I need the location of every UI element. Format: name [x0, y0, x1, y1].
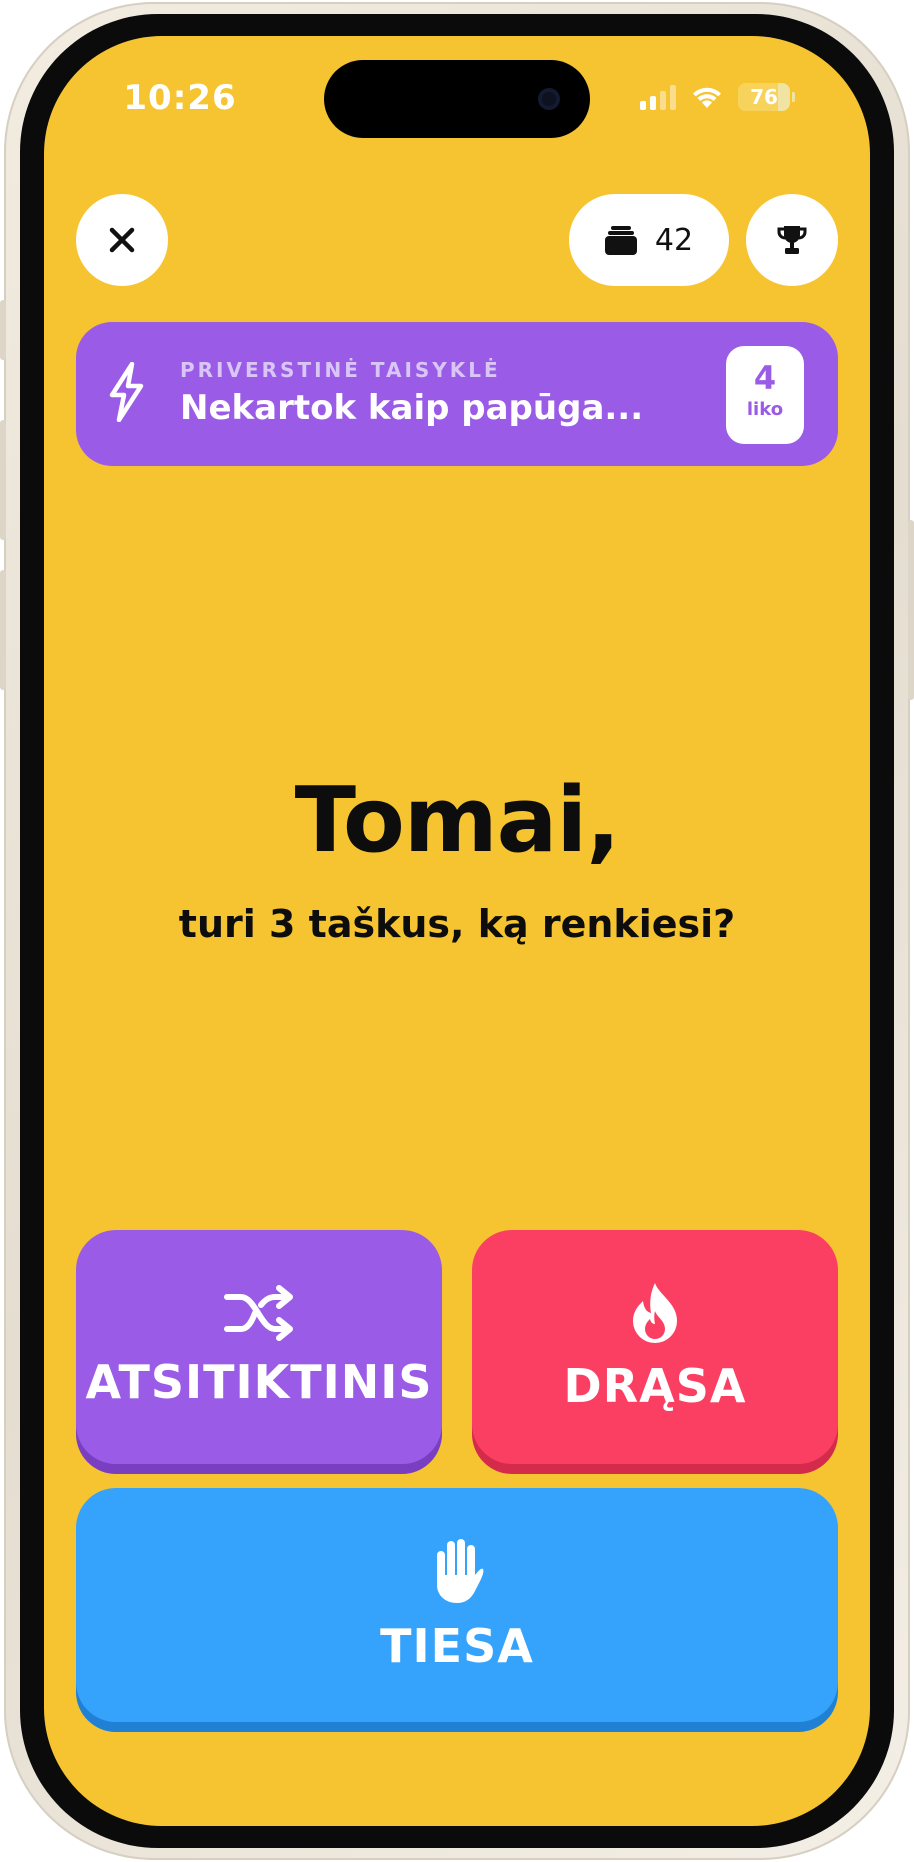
player-name: Tomai, — [294, 768, 621, 873]
rule-remaining-label: liko — [746, 399, 784, 420]
cards-count: 42 — [654, 222, 694, 258]
random-button[interactable]: ATSITIKTINIS — [76, 1230, 442, 1464]
shuffle-icon — [224, 1285, 293, 1341]
card-stack-icon — [604, 226, 637, 255]
power-button — [908, 520, 914, 700]
truth-label: TIESA — [380, 1619, 534, 1673]
volume-down-button — [0, 570, 6, 690]
close-button[interactable] — [76, 194, 168, 286]
player-prompt: turi 3 taškus, ką renkiesi? — [178, 902, 736, 946]
rule-remaining-badge: 4 liko — [726, 346, 804, 444]
action-button — [0, 300, 6, 360]
volume-up-button — [0, 420, 6, 540]
rule-label: PRIVERSTINĖ TAISYKLĖ — [180, 358, 501, 382]
battery-level: 76 — [750, 85, 778, 109]
cellular-signal-icon — [640, 84, 676, 110]
lightning-bolt-icon — [109, 362, 144, 422]
battery-icon: 76 — [738, 83, 795, 111]
dare-button[interactable]: DRĄSA — [472, 1230, 838, 1464]
app-screen: 10:26 76 42 PRIVERSTINĖ TAISYKLĖ Nekarto… — [44, 36, 870, 1826]
fire-icon — [633, 1283, 677, 1343]
random-label: ATSITIKTINIS — [85, 1355, 433, 1409]
forced-rule-banner[interactable]: PRIVERSTINĖ TAISYKLĖ Nekartok kaip papūg… — [76, 322, 838, 466]
raised-hand-icon — [437, 1539, 484, 1603]
truth-button[interactable]: TIESA — [76, 1488, 838, 1722]
wifi-icon — [693, 87, 721, 108]
trophy-icon — [777, 226, 807, 254]
rule-text: Nekartok kaip papūga... — [180, 388, 644, 428]
cards-counter-button[interactable]: 42 — [569, 194, 729, 286]
front-camera — [538, 88, 560, 110]
status-time: 10:26 — [123, 78, 237, 118]
dare-label: DRĄSA — [563, 1359, 747, 1413]
rule-remaining-count: 4 — [753, 359, 777, 397]
status-icons: 76 — [640, 80, 795, 114]
close-icon — [109, 227, 135, 253]
leaderboard-button[interactable] — [746, 194, 838, 286]
dynamic-island — [324, 60, 590, 138]
